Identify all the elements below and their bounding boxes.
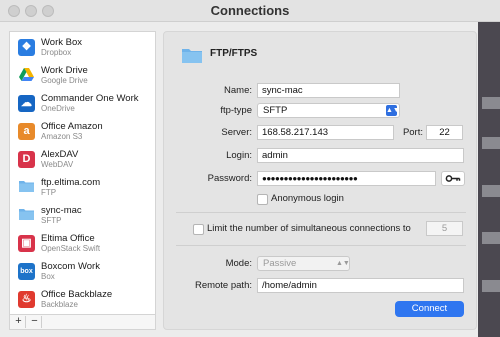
list-item[interactable]: D AlexDAV WebDAV [10, 146, 155, 173]
list-item[interactable]: ♨ Office Backblaze Backblaze [10, 286, 155, 313]
login-label: Login: [226, 150, 252, 161]
show-password-button[interactable] [441, 171, 465, 186]
connection-type: Box [41, 272, 55, 281]
onedrive-icon: ☁ [18, 95, 35, 112]
add-connection-button[interactable]: + [12, 316, 26, 328]
sidebar-footer: + − [10, 314, 155, 329]
connection-type: OneDrive [41, 104, 75, 113]
name-field[interactable]: sync-mac [257, 83, 400, 98]
connection-name: Work Drive [41, 65, 88, 76]
list-item[interactable]: ❖ Work Box Dropbox [10, 34, 155, 61]
list-item[interactable]: a Office Amazon Amazon S3 [10, 118, 155, 145]
window-title: Connections [210, 3, 290, 18]
connection-type: WebDAV [41, 160, 74, 169]
separator [176, 245, 466, 246]
ftp-type-value: SFTP [263, 105, 288, 116]
chevron-updown-icon: ▲▼ [336, 260, 350, 267]
connection-type: FTP [41, 188, 57, 197]
connections-sidebar: ❖ Work Box Dropbox Work Drive Google Drive ☁ C… [9, 31, 156, 330]
list-item[interactable]: ☁ Commander One Work OneDrive [10, 90, 155, 117]
backblaze-icon: ♨ [18, 291, 35, 308]
protocol-title: FTP/FTPS [210, 48, 258, 59]
name-label: Name: [224, 85, 252, 96]
ftp-type-select[interactable]: SFTP ▲▼ [257, 103, 400, 118]
connection-type: Amazon S3 [41, 132, 83, 141]
login-field[interactable]: admin [257, 148, 464, 163]
connection-name: AlexDAV [41, 149, 79, 160]
remove-connection-button[interactable]: − [28, 316, 42, 328]
connection-name: Eltima Office [41, 233, 95, 244]
anonymous-login-label: Anonymous login [271, 193, 344, 204]
password-label: Password: [207, 173, 252, 184]
connection-type: SFTP [41, 216, 62, 225]
webdav-icon: D [18, 151, 35, 168]
box-icon: box [18, 263, 35, 280]
amazon-s3-icon: a [18, 123, 35, 140]
anonymous-login-checkbox[interactable] [257, 194, 268, 205]
server-field[interactable]: 168.58.217.143 [257, 125, 394, 140]
limit-connections-label: Limit the number of simultaneous connect… [207, 223, 411, 234]
title-bar: Connections [0, 0, 500, 22]
connection-name: sync-mac [41, 205, 82, 216]
connection-name: Office Backblaze [41, 289, 113, 300]
remote-path-field[interactable]: /home/admin [257, 278, 464, 293]
list-item[interactable]: Work Drive Google Drive [10, 62, 155, 89]
list-item[interactable]: box Boxcom Work Box [10, 258, 155, 285]
dropbox-icon: ❖ [18, 39, 35, 56]
connection-name: Office Amazon [41, 121, 103, 132]
list-item[interactable]: ▣ Eltima Office OpenStack Swift [10, 230, 155, 257]
connection-settings-panel: FTP/FTPS Name: sync-mac ftp-type SFTP ▲▼… [163, 31, 477, 330]
separator [176, 212, 466, 213]
connection-type: Google Drive [41, 76, 88, 85]
openstack-icon: ▣ [18, 235, 35, 252]
connection-name: Commander One Work [41, 93, 139, 104]
chevron-updown-icon: ▲▼ [386, 105, 400, 116]
password-field[interactable]: ●●●●●●●●●●●●●●●●●●●●●● [257, 171, 436, 186]
connect-button[interactable]: Connect [395, 301, 464, 317]
connection-type: Dropbox [41, 48, 72, 57]
connection-type: OpenStack Swift [41, 244, 101, 253]
key-icon [445, 175, 461, 182]
limit-connections-field[interactable]: 5 [426, 221, 463, 236]
mode-value: Passive [263, 258, 297, 269]
ftp-folder-icon [18, 179, 35, 196]
list-item[interactable]: ftp.eltima.com FTP [10, 174, 155, 201]
connection-type: Backblaze [41, 300, 78, 309]
connection-name: Boxcom Work [41, 261, 100, 272]
port-label: Port: [402, 127, 423, 138]
list-item[interactable]: sync-mac SFTP [10, 202, 155, 229]
port-field[interactable]: 22 [426, 125, 463, 140]
connection-name: Work Box [41, 37, 83, 48]
mode-label: Mode: [225, 258, 252, 269]
connections-window: Connections ❖ Work Box Dropbox Work Drive Go… [0, 0, 500, 337]
connection-name: ftp.eltima.com [41, 177, 101, 188]
ftp-type-label: ftp-type [220, 105, 252, 116]
sftp-folder-icon [18, 207, 35, 224]
background-app-strip [478, 22, 500, 337]
google-drive-icon [18, 67, 35, 84]
folder-icon [182, 49, 202, 63]
server-label: Server: [221, 127, 252, 138]
mode-select[interactable]: Passive ▲▼ [257, 256, 350, 271]
remote-path-label: Remote path: [194, 280, 252, 291]
limit-connections-checkbox[interactable] [193, 224, 204, 235]
